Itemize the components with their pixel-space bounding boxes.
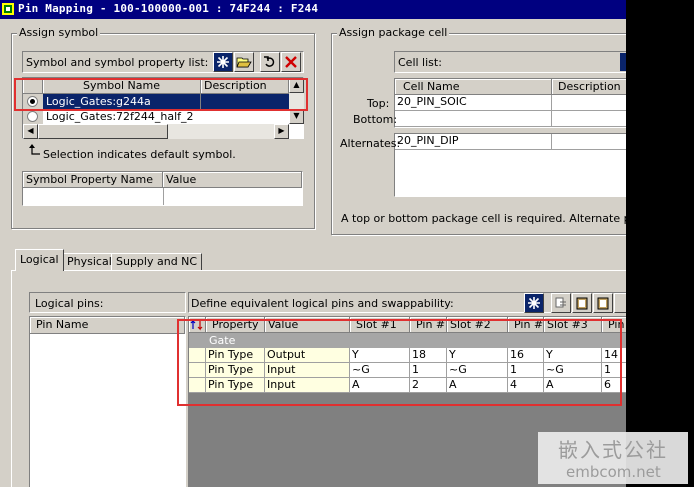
symbol-row[interactable]: Logic_Gates:72f244_half_2: [43, 110, 289, 124]
symbol-name-cell: Logic_Gates:72f244_half_2: [46, 110, 194, 123]
symbol-radio[interactable]: [27, 111, 38, 122]
bottom-label: Bottom:: [353, 113, 398, 126]
alternate-cell-value[interactable]: 20_PIN_DIP: [395, 134, 552, 150]
new-symbol-button[interactable]: [213, 52, 233, 72]
open-folder-icon: [236, 57, 252, 68]
cell-grid: Cell Name Description 20_PIN_SOIC: [394, 78, 626, 128]
watermark-chinese: 嵌入式公社: [558, 438, 668, 462]
undo-icon: [264, 56, 275, 67]
asterisk-icon: [217, 56, 229, 68]
property-value-header[interactable]: Value: [163, 172, 302, 188]
alternates-label: Alternates:: [340, 137, 401, 150]
pin-name-header[interactable]: Pin Name: [30, 317, 185, 334]
bottom-cell-value[interactable]: [395, 111, 552, 127]
property-grid-divider: [163, 188, 164, 205]
alternate-cell-description[interactable]: [552, 134, 626, 150]
default-symbol-hint: Selection indicates default symbol.: [43, 148, 236, 161]
scroll-right-button[interactable]: ▶: [274, 124, 289, 139]
symbol-list-label: Symbol and symbol property list:: [26, 56, 209, 69]
highlight-box-symbol: [14, 78, 308, 111]
property-name-header[interactable]: Symbol Property Name: [23, 172, 163, 188]
cell-description-header[interactable]: Description: [552, 79, 626, 95]
copy-button[interactable]: [593, 293, 613, 313]
alternates-grid: 20_PIN_DIP: [394, 133, 626, 197]
top-cell-description[interactable]: [552, 95, 626, 111]
tab-logical[interactable]: Logical: [15, 249, 64, 271]
tab-logical-label: Logical: [20, 253, 59, 266]
undo-button[interactable]: [260, 52, 280, 72]
watermark: 嵌入式公社 embcom.net: [538, 432, 688, 484]
scroll-thumb[interactable]: [38, 124, 168, 139]
scroll-down-button[interactable]: ▼: [289, 109, 304, 124]
paste-button[interactable]: [572, 293, 592, 313]
highlight-box-pins: [177, 319, 622, 406]
tab-supply-label: Supply and NC: [116, 255, 198, 268]
pin-mapping-window: Pin Mapping - 100-100000-001 : 74F244 : …: [0, 0, 626, 487]
tab-supply-and-nc[interactable]: Supply and NC: [111, 253, 203, 271]
symbol-hscroll[interactable]: ◀ ▶: [23, 124, 289, 139]
delete-x-icon: [285, 56, 297, 68]
assign-package-label: Assign package cell: [337, 26, 450, 39]
top-cell-value[interactable]: 20_PIN_SOIC: [395, 95, 552, 111]
add-equivalent-button[interactable]: [524, 293, 544, 313]
logical-pins-label: Logical pins:: [35, 297, 104, 310]
bottom-cell-description[interactable]: [552, 111, 626, 127]
app-icon: [2, 3, 14, 15]
symbol-property-grid: Symbol Property Name Value: [22, 171, 303, 206]
watermark-url: embcom.net: [566, 463, 661, 481]
swap-group-button[interactable]: [551, 293, 571, 313]
browse-symbol-button[interactable]: [234, 52, 254, 72]
logical-pins-list: Pin Name: [29, 316, 186, 487]
top-label: Top:: [367, 97, 390, 110]
package-requirement-note: A top or bottom package cell is required…: [341, 212, 626, 225]
cell-list-label: Cell list:: [398, 56, 442, 69]
logical-pins-header: Logical pins:: [29, 292, 186, 313]
assign-symbol-label: Assign symbol: [17, 26, 101, 39]
tab-physical-label: Physical: [67, 255, 112, 268]
delete-symbol-button[interactable]: [281, 52, 301, 72]
tab-physical[interactable]: Physical: [62, 253, 117, 271]
symbol-row-selector[interactable]: [23, 110, 43, 124]
swap-icon: [555, 297, 566, 308]
cell-name-header[interactable]: Cell Name: [395, 79, 552, 95]
title-bar[interactable]: Pin Mapping - 100-100000-001 : 74F244 : …: [0, 0, 626, 19]
cell-list-button[interactable]: [620, 53, 626, 71]
cell-list-toolbar: Cell list:: [394, 51, 626, 73]
clipboard-icon: [576, 297, 588, 310]
scroll-left-button[interactable]: ◀: [23, 124, 38, 139]
asterisk-icon: [528, 297, 540, 309]
equivalent-pins-label: Define equivalent logical pins and swapp…: [191, 297, 454, 310]
clipboard-icon: [597, 297, 609, 310]
arrow-up-left-icon: [29, 144, 40, 155]
more-button[interactable]: [614, 293, 626, 313]
window-title: Pin Mapping - 100-100000-001 : 74F244 : …: [18, 2, 319, 15]
